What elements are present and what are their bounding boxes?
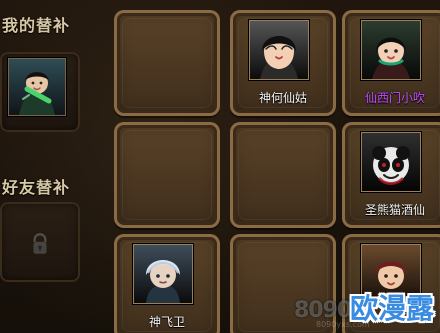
hero-portrait[interactable] — [361, 244, 421, 304]
hero-ximen-xiaochui-portrait-icon — [362, 21, 420, 79]
grid-slot-6-name: 圣熊猫酒仙 — [364, 203, 425, 217]
grid-slot-5[interactable] — [230, 122, 336, 228]
hero-unknown-portrait-icon — [362, 245, 420, 303]
grid-slot-3-name: 仙西门小吹 — [364, 91, 425, 105]
grid-slot-7[interactable]: 神飞卫 — [114, 234, 220, 333]
hero-portrait[interactable] — [361, 132, 421, 192]
grid-slot-8[interactable] — [230, 234, 336, 333]
hero-portrait[interactable] — [249, 20, 309, 80]
game-substitute-screen: 我的替补 好友替补 神何仙姑 仙西门小吹 圣熊猫酒仙 神飞卫 8090 8090… — [0, 0, 440, 333]
hero-he-xiangu-portrait-icon — [250, 21, 308, 79]
grid-slot-6[interactable]: 圣熊猫酒仙 — [342, 122, 440, 228]
hero-panda-jiuxian-portrait-icon — [362, 133, 420, 191]
grid-slot-7-name: 神飞卫 — [148, 315, 185, 329]
hero-grid: 神何仙姑 仙西门小吹 圣熊猫酒仙 神飞卫 — [0, 0, 440, 333]
grid-slot-4[interactable] — [114, 122, 220, 228]
hero-portrait[interactable] — [133, 244, 193, 304]
hero-portrait[interactable] — [361, 20, 421, 80]
hero-fei-wei-portrait-icon — [134, 245, 192, 303]
grid-slot-1[interactable] — [114, 10, 220, 116]
grid-slot-2-name: 神何仙姑 — [258, 91, 307, 105]
grid-slot-3[interactable]: 仙西门小吹 — [342, 10, 440, 116]
grid-slot-2[interactable]: 神何仙姑 — [230, 10, 336, 116]
grid-slot-9[interactable] — [342, 234, 440, 333]
